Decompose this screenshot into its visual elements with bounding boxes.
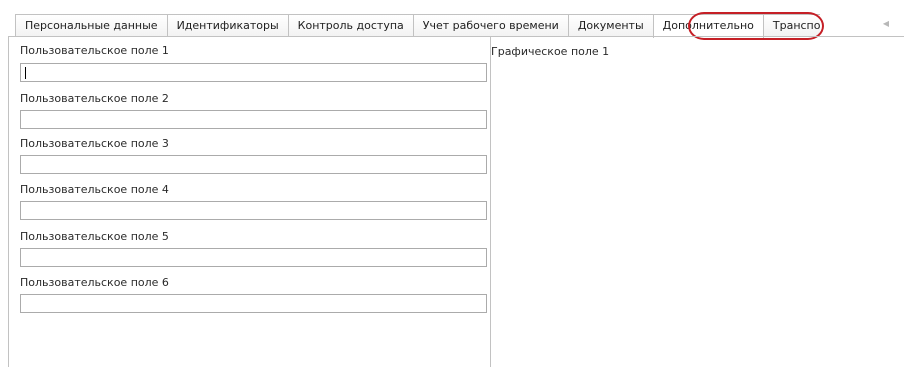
tab-transport[interactable]: Транспо	[762, 14, 820, 37]
custom-field-4-input[interactable]	[20, 201, 487, 220]
custom-field-5-label: Пользовательское поле 5	[20, 230, 169, 243]
custom-field-1-input[interactable]	[20, 63, 487, 82]
graphic-field-panel: Графическое поле 1	[491, 37, 904, 367]
graphic-field-1-label: Графическое поле 1	[491, 45, 610, 58]
custom-field-6-input[interactable]	[20, 294, 487, 313]
custom-field-4-label: Пользовательское поле 4	[20, 183, 169, 196]
tab-identifiers[interactable]: Идентификаторы	[166, 14, 289, 37]
tab-strip: Персональные данные Идентификаторы Контр…	[0, 0, 904, 40]
tab-list: Персональные данные Идентификаторы Контр…	[15, 14, 820, 38]
custom-field-3-label: Пользовательское поле 3	[20, 137, 169, 150]
tab-content-additional: Пользовательское поле 1 Пользовательское…	[8, 37, 904, 367]
graphic-field-1-area[interactable]	[491, 61, 904, 367]
custom-field-2-label: Пользовательское поле 2	[20, 92, 169, 105]
custom-field-1-label: Пользовательское поле 1	[20, 44, 169, 57]
custom-field-3-input[interactable]	[20, 155, 487, 174]
custom-field-6-label: Пользовательское поле 6	[20, 276, 169, 289]
custom-field-2-input[interactable]	[20, 110, 487, 129]
tab-additional[interactable]: Дополнительно	[652, 14, 764, 38]
custom-field-5-input[interactable]	[20, 248, 487, 267]
custom-fields-panel: Пользовательское поле 1 Пользовательское…	[9, 37, 489, 367]
tab-personal-data[interactable]: Персональные данные	[15, 14, 168, 37]
tab-documents[interactable]: Документы	[567, 14, 654, 37]
employee-card-window: Персональные данные Идентификаторы Контр…	[0, 0, 904, 367]
text-caret	[25, 67, 26, 79]
tab-time-tracking[interactable]: Учет рабочего времени	[412, 14, 569, 37]
tab-access-control[interactable]: Контроль доступа	[287, 14, 414, 37]
tab-scroll-left-icon[interactable]: ◀	[880, 14, 892, 34]
